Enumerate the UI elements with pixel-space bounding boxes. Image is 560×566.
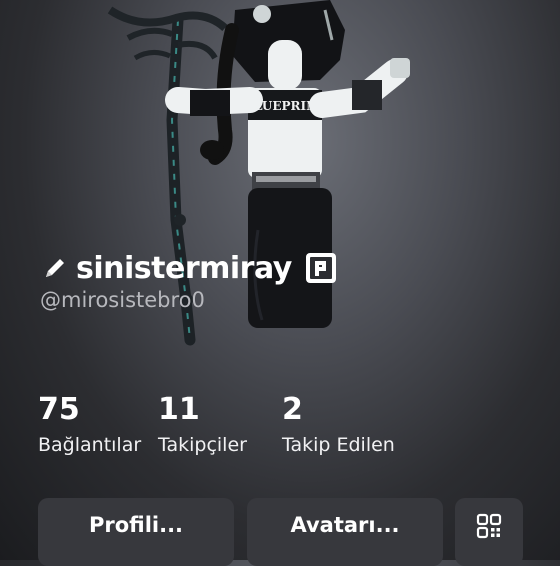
stat-label: Bağlantılar bbox=[38, 434, 142, 456]
stat-connections[interactable]: 75 Bağlantılar bbox=[38, 390, 141, 460]
stat-followers[interactable]: 11 Takipçiler bbox=[158, 390, 247, 460]
stat-value: 75 bbox=[38, 392, 80, 427]
display-name: sinistermiray bbox=[76, 250, 292, 286]
edit-profile-button[interactable]: Profili... bbox=[38, 498, 234, 566]
stat-label: Takip Edilen bbox=[282, 434, 395, 456]
edit-avatar-button[interactable]: Avatarı... bbox=[247, 498, 443, 566]
premium-badge-icon bbox=[305, 253, 336, 283]
display-name-row: sinistermiray bbox=[40, 248, 338, 288]
qr-code-button[interactable] bbox=[455, 498, 523, 566]
username: @mirosistebro0 bbox=[40, 288, 205, 312]
stat-following[interactable]: 2 Takip Edilen bbox=[282, 390, 395, 460]
stat-label: Takipçiler bbox=[158, 434, 247, 456]
pencil-icon[interactable] bbox=[40, 253, 70, 283]
stat-value: 2 bbox=[282, 392, 303, 427]
stat-value: 11 bbox=[158, 392, 200, 427]
qr-code-icon bbox=[476, 513, 502, 539]
